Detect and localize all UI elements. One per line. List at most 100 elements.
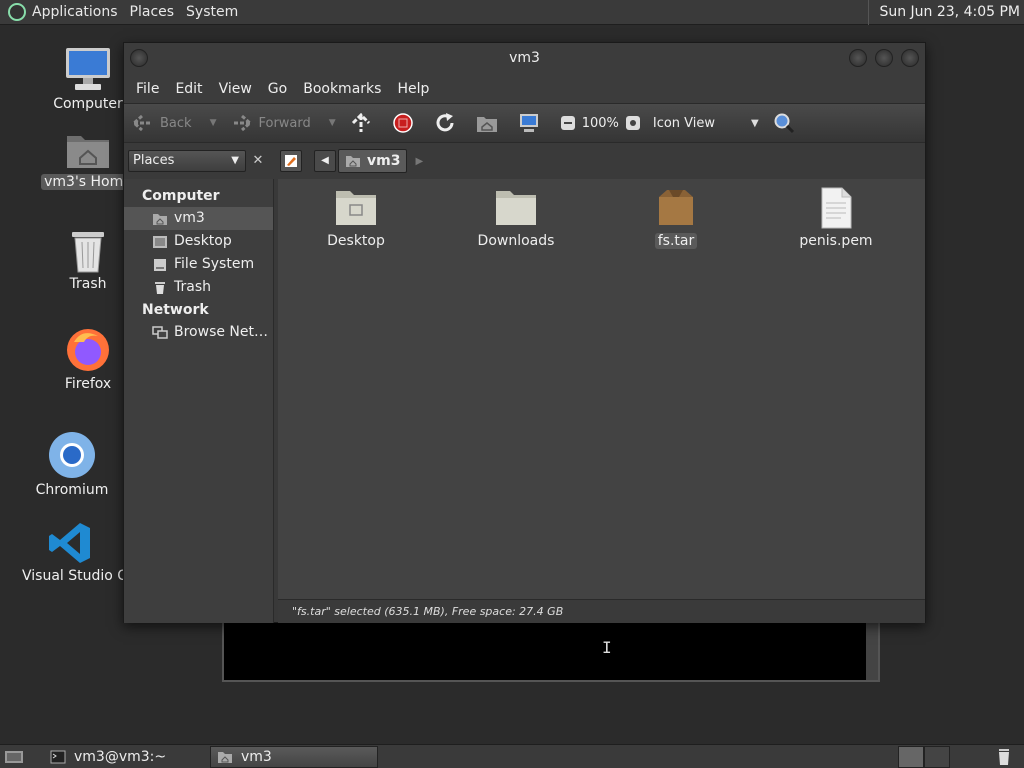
home-folder-icon bbox=[67, 136, 109, 168]
text-file-icon bbox=[821, 187, 852, 229]
breadcrumb-right-arrow[interactable]: ▶ bbox=[415, 156, 423, 167]
up-button[interactable] bbox=[350, 112, 378, 134]
menu-help[interactable]: Help bbox=[389, 81, 437, 97]
trash-icon bbox=[72, 232, 104, 273]
file-item-penis-pem[interactable]: penis.pem bbox=[776, 187, 896, 249]
stop-button[interactable] bbox=[392, 112, 420, 134]
sidebar-type-select[interactable]: Places ▼ bbox=[128, 150, 246, 172]
text-cursor-icon: I bbox=[602, 638, 612, 657]
location-bar: Places ▼ ✕ ◀ vm3 ▶ bbox=[124, 143, 925, 179]
desktop-icon-vscode[interactable]: Visual Studio Cod bbox=[19, 520, 123, 584]
search-icon bbox=[774, 113, 794, 134]
close-sidebar-icon[interactable]: ✕ bbox=[248, 150, 268, 172]
menubar: File Edit View Go Bookmarks Help bbox=[124, 75, 925, 103]
computer-button[interactable] bbox=[518, 112, 546, 134]
applications-menu[interactable]: Applications bbox=[26, 0, 124, 25]
taskbar-item-terminal[interactable]: vm3@vm3:~ bbox=[44, 746, 210, 768]
forward-arrow-icon bbox=[232, 114, 253, 132]
places-menu[interactable]: Places bbox=[124, 0, 181, 25]
sidebar-item-vm3[interactable]: vm3 bbox=[124, 207, 273, 230]
desktop-icon-label: Trash bbox=[69, 276, 107, 292]
view-mode-select[interactable]: Icon View ▼ bbox=[653, 116, 759, 131]
trash-icon bbox=[155, 281, 165, 294]
home-folder-icon bbox=[218, 751, 232, 763]
file-item-desktop[interactable]: Desktop bbox=[296, 187, 416, 249]
desktop-folder-icon bbox=[336, 191, 376, 225]
home-folder-icon bbox=[346, 156, 360, 167]
desktop-icon-label: vm3's Home bbox=[41, 174, 135, 190]
terminal-scrollbar[interactable] bbox=[866, 620, 878, 680]
forward-button[interactable]: Forward ▼ bbox=[230, 114, 336, 132]
sidebar-item-desktop[interactable]: Desktop bbox=[124, 230, 273, 253]
desktop-icon-label: Firefox bbox=[64, 376, 112, 392]
back-arrow-icon bbox=[132, 114, 152, 132]
sidebar-heading-network: Network bbox=[142, 302, 209, 318]
desktop-icon-label: Chromium bbox=[35, 482, 109, 498]
breadcrumb-left-arrow[interactable]: ◀ bbox=[314, 150, 336, 172]
desktop-icon-label: Computer bbox=[53, 96, 123, 112]
show-desktop-button[interactable] bbox=[0, 746, 36, 768]
file-item-fs-tar[interactable]: fs.tar bbox=[616, 187, 736, 249]
chromium-icon bbox=[49, 432, 95, 478]
drive-icon bbox=[154, 258, 166, 271]
firefox-icon bbox=[67, 329, 109, 371]
desktop-icon-chromium[interactable]: Chromium bbox=[17, 430, 127, 498]
top-panel: Applications Places System Sun Jun 23, 4… bbox=[0, 0, 1024, 25]
chevron-down-icon[interactable]: ▼ bbox=[210, 118, 217, 128]
file-view[interactable]: Desktop Downloads fs.tar penis.pem bbox=[278, 179, 925, 599]
close-button[interactable] bbox=[901, 49, 919, 67]
sidebar-item-file-system[interactable]: File System bbox=[124, 253, 273, 276]
reload-button[interactable] bbox=[434, 112, 462, 134]
menu-edit[interactable]: Edit bbox=[167, 81, 210, 97]
file-manager-window: vm3 File Edit View Go Bookmarks Help Bac… bbox=[123, 42, 926, 623]
chevron-down-icon[interactable]: ▼ bbox=[329, 118, 336, 128]
toggle-location-entry-button[interactable] bbox=[280, 150, 302, 172]
back-button[interactable]: Back ▼ bbox=[132, 114, 216, 132]
zoom-out-button[interactable]: 100% bbox=[560, 115, 619, 131]
computer-icon bbox=[66, 48, 110, 90]
folder-icon bbox=[496, 191, 536, 225]
computer-icon bbox=[519, 114, 538, 132]
maximize-button[interactable] bbox=[875, 49, 893, 67]
sidebar-item-browse-network[interactable]: Browse Net… bbox=[124, 321, 273, 344]
trash-icon bbox=[999, 748, 1009, 765]
minimize-button[interactable] bbox=[849, 49, 867, 67]
home-button[interactable] bbox=[476, 113, 504, 133]
sidebar-heading-computer: Computer bbox=[142, 188, 220, 204]
workspace-switcher[interactable] bbox=[898, 745, 924, 768]
chevron-down-icon: ▼ bbox=[231, 155, 239, 166]
home-folder-icon bbox=[476, 117, 497, 132]
vscode-icon bbox=[49, 523, 90, 563]
toolbar: Back ▼ Forward ▼ 100% Icon View ▼ bbox=[124, 103, 925, 143]
trash-applet[interactable] bbox=[996, 746, 1020, 768]
network-icon bbox=[152, 325, 168, 339]
zoom-normal-icon bbox=[625, 116, 640, 130]
window-title: vm3 bbox=[509, 50, 540, 66]
up-arrow-icon bbox=[351, 112, 370, 132]
file-item-downloads[interactable]: Downloads bbox=[456, 187, 576, 249]
chevron-down-icon: ▼ bbox=[751, 117, 759, 129]
menu-go[interactable]: Go bbox=[260, 81, 295, 97]
workspace-switcher-2[interactable] bbox=[924, 745, 950, 768]
zoom-in-button[interactable] bbox=[625, 115, 647, 131]
taskbar-item-vm3[interactable]: vm3 bbox=[210, 745, 378, 768]
breadcrumb-vm3[interactable]: vm3 bbox=[338, 149, 408, 173]
menu-view[interactable]: View bbox=[211, 81, 260, 97]
status-bar: "fs.tar" selected (635.1 MB), Free space… bbox=[278, 599, 925, 623]
menu-bookmarks[interactable]: Bookmarks bbox=[295, 81, 389, 97]
reload-icon bbox=[436, 113, 454, 132]
window-menu-button[interactable] bbox=[130, 49, 148, 67]
search-button[interactable] bbox=[773, 112, 801, 134]
bottom-panel: vm3@vm3:~ vm3 bbox=[0, 744, 1024, 768]
clock[interactable]: Sun Jun 23, 4:05 PM bbox=[868, 0, 1020, 25]
menu-file[interactable]: File bbox=[128, 81, 167, 97]
zoom-out-icon bbox=[560, 116, 575, 130]
show-desktop-icon bbox=[5, 750, 23, 763]
window-titlebar[interactable]: vm3 bbox=[124, 43, 925, 75]
distro-logo-icon[interactable] bbox=[8, 3, 26, 21]
sidebar-item-trash[interactable]: Trash bbox=[124, 276, 273, 299]
archive-icon bbox=[659, 190, 693, 225]
terminal-window[interactable]: I bbox=[222, 618, 880, 682]
zoom-level: 100% bbox=[581, 115, 619, 131]
system-menu[interactable]: System bbox=[180, 0, 244, 25]
